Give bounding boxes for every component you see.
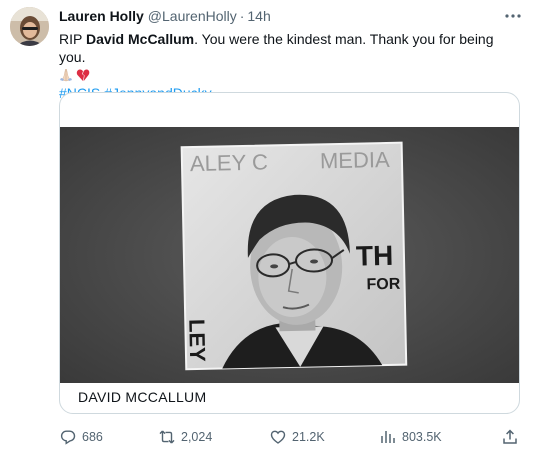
broken-heart-icon [76, 68, 90, 82]
like-button[interactable]: 21.2K [270, 429, 325, 445]
tweet-text: RIP David McCallum. You were the kindest… [59, 30, 521, 66]
tweet[interactable]: Lauren Holly @LaurenHolly · 14h RIP Davi… [0, 0, 534, 454]
like-count: 21.2K [292, 430, 325, 444]
tweet-header: Lauren Holly @LaurenHolly · 14h [59, 6, 521, 26]
reply-icon [60, 429, 76, 445]
svg-text:ALEY C: ALEY C [190, 149, 268, 176]
retweet-count: 2,024 [181, 430, 213, 444]
action-bar: 686 2,024 21.2K 803.5K [59, 426, 521, 448]
analytics-icon [380, 429, 396, 445]
heart-icon [270, 429, 286, 445]
share-icon [502, 429, 518, 445]
portrait-photo: ALEY C MEDIA TH FOR LEY [60, 127, 519, 383]
card-image[interactable]: ALEY C MEDIA TH FOR LEY [60, 127, 519, 383]
tweet-text-name: David McCallum [85, 31, 195, 47]
svg-text:TH: TH [356, 240, 394, 272]
views-button[interactable]: 803.5K [380, 429, 442, 445]
card-title[interactable]: DAVID MCCALLUM [78, 389, 206, 405]
reply-button[interactable]: 686 [60, 429, 103, 445]
avatar-image [10, 7, 49, 46]
timestamp[interactable]: 14h [247, 6, 270, 26]
folded-hands-icon [59, 68, 73, 82]
svg-text:MEDIA: MEDIA [320, 147, 391, 173]
reply-count: 686 [82, 430, 103, 444]
retweet-icon [159, 429, 175, 445]
more-options-icon[interactable] [504, 8, 522, 22]
user-handle[interactable]: @LaurenHolly [148, 6, 237, 26]
avatar[interactable] [10, 7, 49, 46]
svg-text:FOR: FOR [366, 276, 401, 294]
display-name[interactable]: Lauren Holly [59, 6, 144, 26]
tweet-text-prefix: RIP [59, 31, 86, 47]
views-count: 803.5K [402, 430, 442, 444]
share-button[interactable] [502, 429, 524, 445]
svg-text:LEY: LEY [184, 319, 210, 363]
link-card[interactable]: ALEY C MEDIA TH FOR LEY DAVID MCCALLUM [59, 92, 520, 414]
separator-dot: · [239, 8, 245, 24]
retweet-button[interactable]: 2,024 [159, 429, 212, 445]
emoji-line [59, 67, 521, 83]
